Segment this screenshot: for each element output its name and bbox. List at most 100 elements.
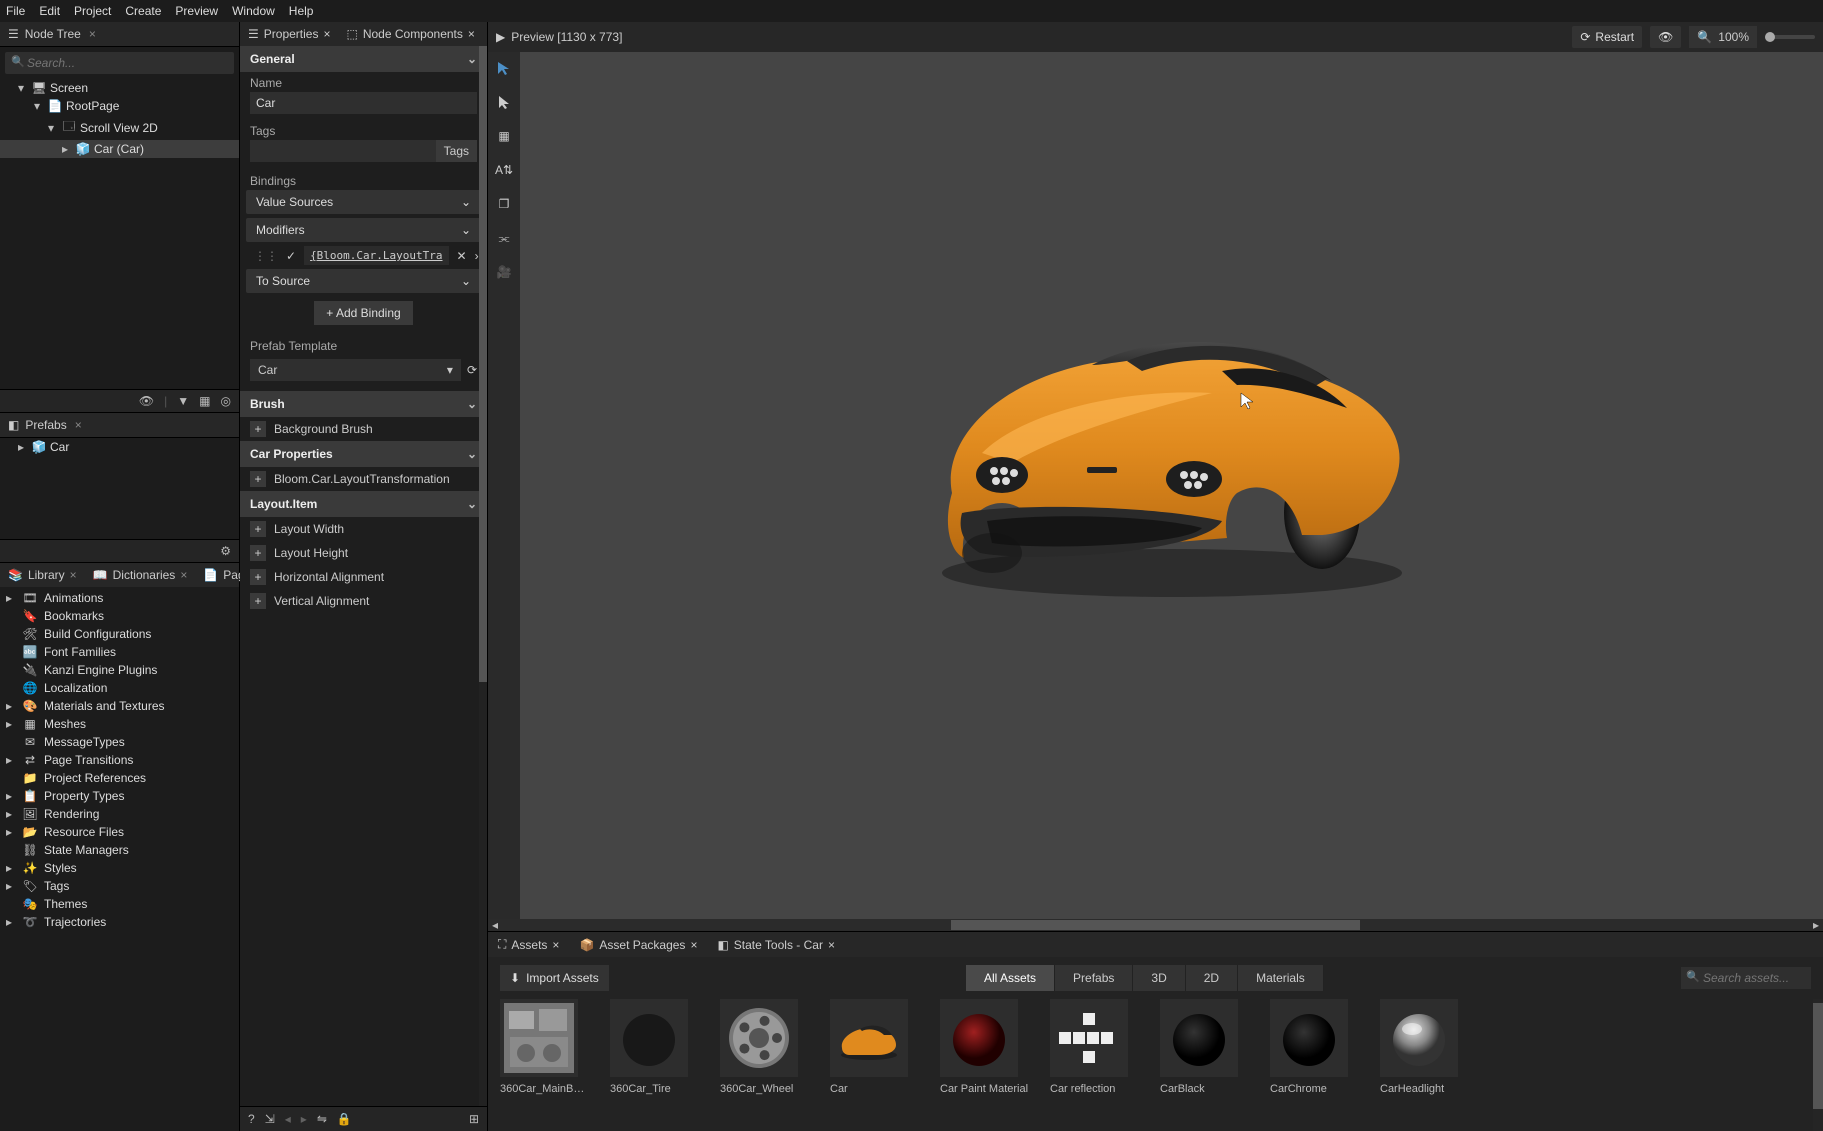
next-icon[interactable]: ▸ [301,1112,307,1126]
menu-preview[interactable]: Preview [175,4,218,18]
tags-button[interactable]: Tags [436,140,477,162]
asset-item[interactable]: 360Car_Tire [610,999,700,1095]
expand-icon[interactable]: ▸ [18,440,28,454]
properties-tab[interactable]: ☰Properties× [240,22,338,46]
property-row[interactable]: +Layout Height [240,541,487,565]
library-item[interactable]: 🌐Localization [0,679,239,697]
close-icon[interactable]: × [690,938,697,952]
asset-item[interactable]: CarChrome [1270,999,1360,1095]
scroll-right-icon[interactable]: ▸ [1809,918,1823,932]
close-icon[interactable]: × [323,27,330,41]
properties-scrollbar[interactable] [479,46,487,1106]
menu-create[interactable]: Create [125,4,161,18]
library-item[interactable]: ▸🎨Materials and Textures [0,697,239,715]
tree-item[interactable]: ▸🧊Car (Car) [0,140,239,158]
menu-window[interactable]: Window [232,4,275,18]
add-icon[interactable]: + [250,593,266,609]
visibility-button[interactable]: 👁 [1650,26,1681,48]
zoom-control[interactable]: 🔍 100% [1689,26,1757,48]
section-general[interactable]: General ⌄ [240,46,487,72]
assets-search-input[interactable] [1681,967,1811,989]
expand-icon[interactable]: ▾ [48,121,58,135]
library-item[interactable]: 🔖Bookmarks [0,607,239,625]
close-icon[interactable]: × [89,27,96,41]
preview-canvas[interactable] [520,52,1823,919]
tree-item[interactable]: ▾🖥Screen [0,79,239,97]
asset-item[interactable]: Car reflection [1050,999,1140,1095]
prev-icon[interactable]: ◂ [285,1112,291,1126]
expand-icon[interactable]: ▸ [6,825,16,839]
target-icon[interactable]: ◎ [221,394,231,408]
value-sources-head[interactable]: Value Sources ⌄ [246,190,481,214]
link-icon[interactable]: ⇋ [317,1112,327,1126]
expand-icon[interactable]: ▸ [6,789,16,803]
library-item[interactable]: 🔤Font Families [0,643,239,661]
modifiers-head[interactable]: Modifiers ⌄ [246,218,481,242]
filter-button[interactable]: All Assets [966,965,1055,991]
library-item[interactable]: ▸🏷Tags [0,877,239,895]
property-row[interactable]: +Background Brush [240,417,487,441]
help-icon[interactable]: ? [248,1112,255,1126]
add-icon[interactable]: + [250,569,266,585]
node-tree-search-input[interactable] [5,52,234,74]
expand-icon[interactable]: ▾ [34,99,44,113]
share-tool-icon[interactable]: ⫘ [494,228,514,248]
library-item[interactable]: ✉MessageTypes [0,733,239,751]
layers-tool-icon[interactable]: ❐ [494,194,514,214]
library-item[interactable]: ▸🖼Rendering [0,805,239,823]
close-icon[interactable]: × [828,938,835,952]
prefab-item[interactable]: ▸🧊Car [0,438,239,456]
library-item[interactable]: ▸➰Trajectories [0,913,239,931]
library-tab[interactable]: 📚Library× [0,563,85,587]
section-car-properties[interactable]: Car Properties ⌄ [240,441,487,467]
lock-icon[interactable]: 🔒 [337,1112,352,1126]
library-item[interactable]: 📁Project References [0,769,239,787]
check-icon[interactable]: ✓ [286,249,296,263]
filter-button[interactable]: Materials [1238,965,1324,991]
library-item[interactable]: ▸🎞Animations [0,589,239,607]
asset-item[interactable]: 360Car_MainBody [500,999,590,1095]
scroll-left-icon[interactable]: ◂ [488,918,502,932]
add-icon[interactable]: + [250,471,266,487]
library-item[interactable]: ▸📋Property Types [0,787,239,805]
tree-item[interactable]: ▾🗔Scroll View 2D [0,115,239,140]
section-layout-item[interactable]: Layout.Item ⌄ [240,491,487,517]
assets-tab[interactable]: ⛶Assets× [488,932,569,957]
grid-icon[interactable]: ▦ [199,394,210,408]
asset-item[interactable]: CarBlack [1160,999,1250,1095]
refresh-icon[interactable]: ⟳ [467,363,477,377]
add-icon[interactable]: + [250,545,266,561]
expand-icon[interactable]: ▸ [6,717,16,731]
expand-icon[interactable]: ▸ [62,142,72,156]
filter-button[interactable]: 3D [1133,965,1185,991]
menu-project[interactable]: Project [74,4,111,18]
close-icon[interactable]: × [75,418,82,432]
asset-item[interactable]: CarHeadlight [1380,999,1470,1095]
assets-tab[interactable]: ◧State Tools - Car× [707,932,845,957]
close-icon[interactable]: × [70,568,77,582]
interact-tool-icon[interactable] [494,58,514,78]
add-binding-button[interactable]: + Add Binding [314,301,412,325]
library-tab[interactable]: 📖Dictionaries× [85,563,196,587]
import-assets-button[interactable]: ⬇ Import Assets [500,965,609,991]
restart-button[interactable]: ⟳ Restart [1572,26,1642,48]
drag-handle-icon[interactable]: ⋮⋮ [254,249,278,263]
expand-icon[interactable]: ▸ [6,915,16,929]
menu-help[interactable]: Help [289,4,314,18]
collapse-icon[interactable]: ⇲ [265,1112,275,1126]
library-item[interactable]: ▸⇄Page Transitions [0,751,239,769]
expand-icon[interactable]: ▸ [6,879,16,893]
tree-item[interactable]: ▾📄RootPage [0,97,239,115]
node-tree-tab[interactable]: ☰ Node Tree × [0,22,239,47]
text-tool-icon[interactable]: A⇅ [494,160,514,180]
menu-edit[interactable]: Edit [39,4,60,18]
library-item[interactable]: 🔌Kanzi Engine Plugins [0,661,239,679]
expand-icon[interactable]: ▸ [6,861,16,875]
gear-icon[interactable]: ⚙ [220,544,231,558]
menu-file[interactable]: File [6,4,25,18]
filter-button[interactable]: Prefabs [1055,965,1133,991]
assets-scrollbar[interactable] [1813,999,1823,1131]
property-row[interactable]: +Bloom.Car.LayoutTransformation [240,467,487,491]
property-row[interactable]: +Vertical Alignment [240,589,487,613]
expand-icon[interactable]: ▸ [6,753,16,767]
